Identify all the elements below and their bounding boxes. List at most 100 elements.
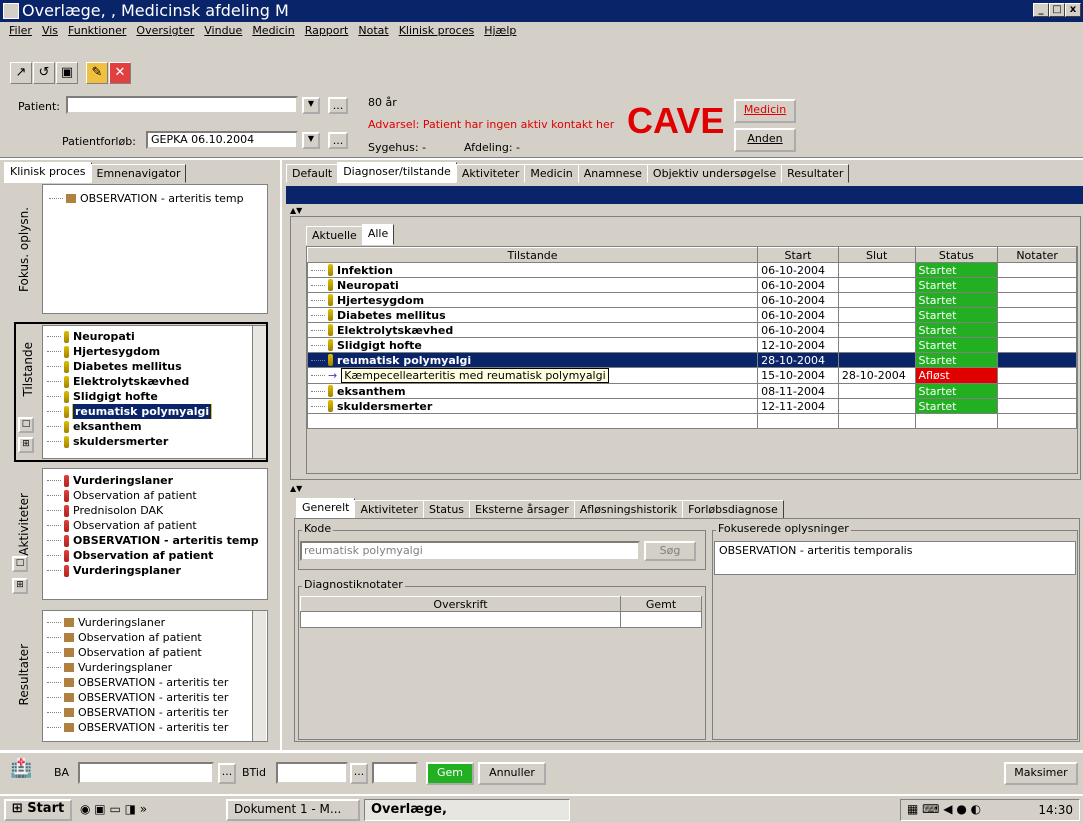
menu-item[interactable]: Vis xyxy=(37,22,63,40)
list-item[interactable]: Vurderingslaner xyxy=(47,473,267,488)
soeg-button[interactable]: Søg xyxy=(644,541,696,561)
detail-tab[interactable]: Afløsningshistorik xyxy=(573,500,684,519)
list-item[interactable]: Vurderingsplaner xyxy=(47,660,267,675)
list-item[interactable]: Hjertesygdom xyxy=(47,344,265,359)
list-item[interactable]: reumatisk polymyalgi xyxy=(47,404,265,419)
list-item[interactable]: OBSERVATION - arteritis temp xyxy=(47,533,267,548)
list-item[interactable]: OBSERVATION - arteritis ter xyxy=(47,690,267,705)
splitter-arrows-icon[interactable]: ▲▼ xyxy=(290,484,302,493)
left-tab[interactable]: Emnenavigator xyxy=(90,164,187,183)
maximize-button[interactable]: □ xyxy=(1049,3,1065,17)
list-item[interactable]: Diabetes mellitus xyxy=(47,359,265,374)
ba-input[interactable] xyxy=(78,762,214,784)
main-tab[interactable]: Default xyxy=(286,164,339,183)
column-header[interactable]: Notater xyxy=(997,247,1077,263)
expand-icon[interactable]: □ xyxy=(18,417,34,433)
btid-browse-button[interactable]: ... xyxy=(350,763,368,784)
col-overskrift[interactable]: Overskrift xyxy=(300,596,621,612)
forloeb-select[interactable]: GEPKA 06.10.2004 xyxy=(146,131,298,149)
grid-icon[interactable]: ⊞ xyxy=(12,578,28,594)
menu-item[interactable]: Rapport xyxy=(300,22,354,40)
list-item[interactable]: Prednisolon DAK xyxy=(47,503,267,518)
table-row[interactable]: Slidgigt hofte 12-10-2004 Startet xyxy=(306,337,1077,353)
grid-icon[interactable]: ⊞ xyxy=(18,437,34,453)
left-tab[interactable]: Klinisk proces xyxy=(4,162,92,183)
main-tab[interactable]: Anamnese xyxy=(577,164,648,183)
menu-item[interactable]: Notat xyxy=(353,22,393,40)
table-row[interactable]: Neuropati 06-10-2004 Startet xyxy=(306,277,1077,293)
delete-icon[interactable]: ✕ xyxy=(109,62,131,84)
column-header[interactable]: Status xyxy=(914,247,999,263)
forloeb-browse-button[interactable]: ... xyxy=(328,132,348,149)
resultater-scrollbar[interactable] xyxy=(252,611,266,741)
column-header[interactable]: Start xyxy=(757,247,839,263)
list-item[interactable]: OBSERVATION - arteritis ter xyxy=(47,705,267,720)
main-tab[interactable]: Aktiviteter xyxy=(455,164,526,183)
patient-input[interactable] xyxy=(66,96,298,114)
detail-tab[interactable]: Forløbsdiagnose xyxy=(682,500,784,519)
taskbar-item-overlaege[interactable]: Overlæge, xyxy=(364,799,570,821)
menu-item[interactable]: Filer xyxy=(4,22,37,40)
table-row[interactable]: Elektrolytskævhed 06-10-2004 Startet xyxy=(306,322,1077,338)
list-item[interactable]: Observation af patient xyxy=(47,548,267,563)
start-button[interactable]: ⊞ Start xyxy=(4,799,72,821)
btid-input[interactable] xyxy=(276,762,348,784)
main-tab[interactable]: Diagnoser/tilstande xyxy=(337,162,457,183)
note-icon[interactable]: ✎ xyxy=(86,62,108,84)
annuller-button[interactable]: Annuller xyxy=(478,762,546,785)
forloeb-dropdown-button[interactable]: ▼ xyxy=(302,132,320,149)
detail-tab[interactable]: Eksterne årsager xyxy=(469,500,575,519)
list-item[interactable]: OBSERVATION - arteritis temp xyxy=(49,191,267,206)
column-header[interactable]: Tilstande xyxy=(306,247,759,263)
list-item[interactable]: OBSERVATION - arteritis ter xyxy=(47,675,267,690)
refresh-icon[interactable]: ↺ xyxy=(33,62,55,84)
patient-browse-button[interactable]: ... xyxy=(328,97,348,114)
list-item[interactable]: Slidgigt hofte xyxy=(47,389,265,404)
sub-tab[interactable]: Aktuelle xyxy=(306,226,363,245)
menu-item[interactable]: Medicin xyxy=(247,22,299,40)
tilstande-scrollbar[interactable] xyxy=(252,326,266,458)
menu-item[interactable]: Funktioner xyxy=(63,22,131,40)
ba-browse-button[interactable]: ... xyxy=(218,763,236,784)
quicklaunch-icons[interactable]: ◉ ▣ ▭ ◨ » xyxy=(80,802,147,816)
table-row[interactable]: eksanthem 08-11-2004 Startet xyxy=(306,383,1077,399)
list-item[interactable]: Observation af patient xyxy=(47,518,267,533)
table-row[interactable]: Infektion 06-10-2004 Startet xyxy=(306,262,1077,278)
main-tab[interactable]: Medicin xyxy=(524,164,579,183)
list-item[interactable]: Vurderingsplaner xyxy=(47,563,267,578)
menu-item[interactable]: Hjælp xyxy=(479,22,521,40)
main-tab[interactable]: Objektiv undersøgelse xyxy=(646,164,783,183)
list-item[interactable]: Observation af patient xyxy=(47,488,267,503)
list-item[interactable]: Observation af patient xyxy=(47,645,267,660)
taskbar-item-dokument[interactable]: Dokument 1 - M... xyxy=(226,799,360,821)
detail-tab[interactable]: Status xyxy=(422,500,471,519)
detail-tab[interactable]: Generelt xyxy=(296,498,356,519)
btid-time-input[interactable] xyxy=(372,762,418,784)
list-item[interactable]: Observation af patient xyxy=(47,630,267,645)
menu-item[interactable]: Oversigter xyxy=(131,22,199,40)
green-arrow-icon[interactable]: ↗ xyxy=(10,62,32,84)
list-item[interactable]: skuldersmerter xyxy=(47,434,265,449)
list-item[interactable]: eksanthem xyxy=(47,419,265,434)
detail-tab[interactable]: Aktiviteter xyxy=(354,500,424,519)
medicin-button[interactable]: Medicin xyxy=(734,99,796,123)
close-button[interactable]: x xyxy=(1065,3,1081,17)
minimize-button[interactable]: _ xyxy=(1033,3,1049,17)
list-item[interactable]: Vurderingslaner xyxy=(47,615,267,630)
table-row[interactable]: reumatisk polymyalgi 28-10-2004 Startet xyxy=(306,352,1077,368)
table-row[interactable]: skuldersmerter 12-11-2004 Startet xyxy=(306,398,1077,414)
table-row[interactable]: → Kæmpecellearteritis med reumatisk polym… xyxy=(306,367,1077,384)
col-gemt[interactable]: Gemt xyxy=(620,596,702,612)
anden-button[interactable]: Anden xyxy=(734,128,796,152)
table-row[interactable] xyxy=(306,413,1077,429)
menu-item[interactable]: Klinisk proces xyxy=(394,22,480,40)
gem-button[interactable]: Gem xyxy=(426,762,474,785)
column-header[interactable]: Slut xyxy=(837,247,916,263)
list-item[interactable]: Neuropati xyxy=(47,329,265,344)
main-tab[interactable]: Resultater xyxy=(781,164,850,183)
tray-icons[interactable]: ▦ ⌨ ◀ ● ◐ xyxy=(907,802,981,816)
table-row[interactable]: Hjertesygdom 06-10-2004 Startet xyxy=(306,292,1077,308)
window-icon[interactable]: ▣ xyxy=(56,62,78,84)
list-item[interactable]: OBSERVATION - arteritis ter xyxy=(47,720,267,735)
menu-item[interactable]: Vindue xyxy=(199,22,247,40)
